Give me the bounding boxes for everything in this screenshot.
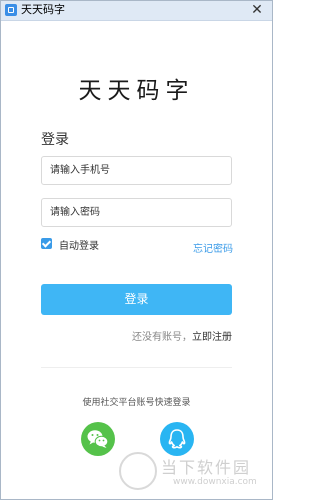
- window-title: 天天码字: [21, 3, 65, 16]
- login-heading: 登录: [41, 132, 69, 148]
- watermark-text: 当下软件园: [161, 458, 252, 477]
- register-line: 还没有账号，立即注册: [132, 328, 232, 343]
- social-login-label: 使用社交平台账号快速登录: [82, 398, 191, 408]
- watermark-logo-icon: [119, 452, 157, 490]
- app-logo-text: 天天码字: [78, 78, 195, 104]
- register-prompt: 还没有账号，: [132, 332, 192, 343]
- divider: [41, 367, 232, 368]
- wechat-login-button[interactable]: [81, 422, 115, 456]
- password-input[interactable]: [41, 198, 232, 227]
- login-button[interactable]: 登录: [41, 284, 232, 315]
- login-window: 天天码字 ✕ 天天码字 登录 自动登录 忘记密码 登录 还没有账号，立即注册 使…: [0, 0, 273, 500]
- forgot-password-link[interactable]: 忘记密码: [193, 240, 233, 255]
- watermark-url: www.downxia.com: [173, 477, 257, 487]
- auto-login-label: 自动登录: [59, 241, 99, 252]
- title-bar: 天天码字 ✕: [1, 1, 272, 21]
- auto-login-checkbox[interactable]: [41, 238, 52, 249]
- register-link[interactable]: 立即注册: [192, 332, 232, 343]
- watermark: 当下软件园 www.downxia.com: [119, 446, 269, 496]
- close-button[interactable]: ✕: [246, 1, 268, 19]
- phone-input[interactable]: [41, 156, 232, 185]
- wechat-icon: [87, 430, 109, 448]
- app-icon: [5, 4, 17, 16]
